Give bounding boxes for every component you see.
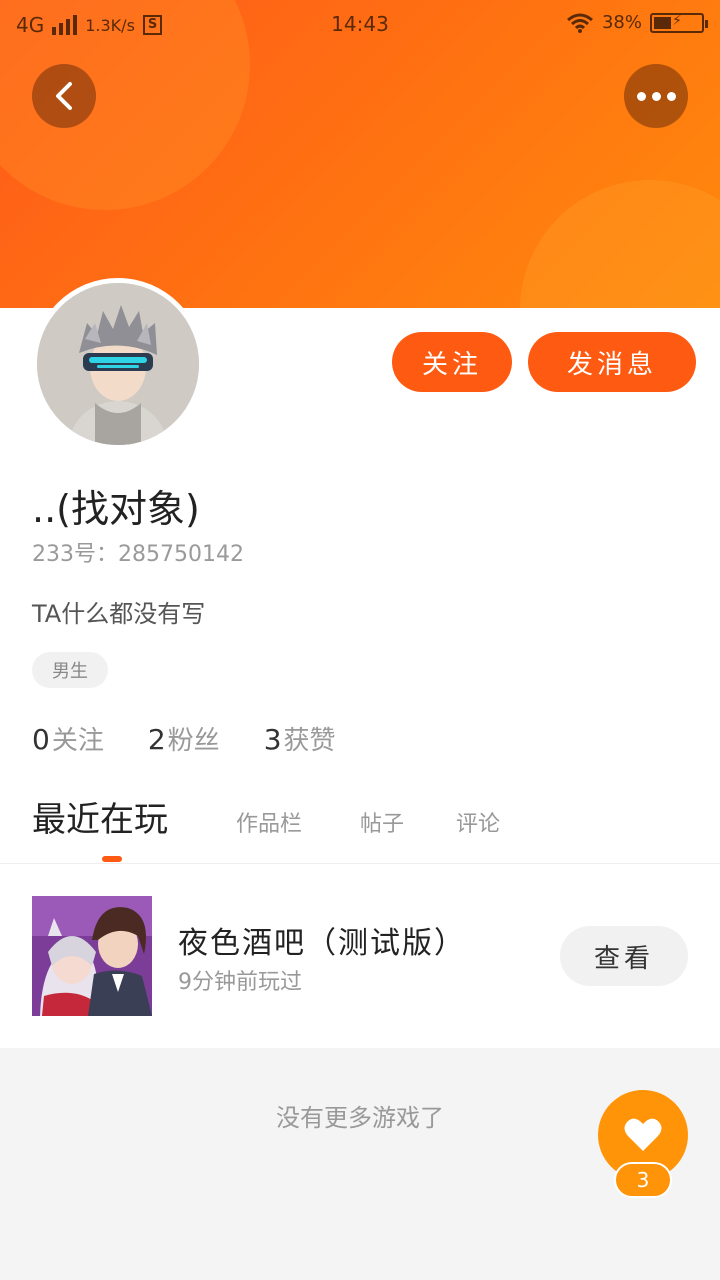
wifi-icon bbox=[567, 13, 593, 33]
battery-icon: ⚡ bbox=[650, 12, 708, 33]
stat-label: 粉丝 bbox=[167, 726, 220, 756]
stats-row: 0关注 2粉丝 3获赞 bbox=[32, 720, 336, 757]
last-played-time: 9分钟前玩过 bbox=[178, 970, 302, 995]
profile-tabs: 最近在玩 作品栏 帖子 评论 bbox=[0, 792, 720, 864]
active-tab-indicator bbox=[102, 856, 122, 862]
tab-recent-play[interactable]: 最近在玩 bbox=[32, 792, 168, 841]
heart-icon bbox=[624, 1118, 662, 1151]
status-bar: 4G 1.3K/s S 14:43 38% ⚡ bbox=[0, 0, 720, 48]
stat-label: 关注 bbox=[51, 726, 104, 756]
game-cover-image bbox=[32, 896, 152, 1016]
more-dots-icon bbox=[636, 91, 676, 101]
gender-tag: 男生 bbox=[32, 652, 108, 688]
tab-comments[interactable]: 评论 bbox=[456, 806, 500, 838]
chevron-left-icon bbox=[56, 82, 72, 110]
stat-following[interactable]: 0关注 bbox=[32, 720, 104, 757]
profile-header-banner: 4G 1.3K/s S 14:43 38% ⚡ bbox=[0, 0, 720, 308]
back-button[interactable] bbox=[32, 64, 96, 128]
send-message-button[interactable]: 发消息 bbox=[528, 332, 696, 392]
user-id: 233号：285750142 bbox=[32, 542, 244, 567]
header-decoration bbox=[520, 180, 720, 308]
nickname: ..(找对象) bbox=[32, 487, 200, 531]
more-button[interactable] bbox=[624, 64, 688, 128]
tab-works[interactable]: 作品栏 bbox=[236, 806, 302, 838]
avatar-image bbox=[37, 283, 199, 445]
follow-button[interactable]: 关注 bbox=[392, 332, 512, 392]
game-title: 夜色酒吧（测试版） bbox=[178, 926, 466, 961]
stat-label: 获赞 bbox=[283, 726, 336, 756]
list-item[interactable]: 夜色酒吧（测试版） 9分钟前玩过 查看 bbox=[0, 864, 720, 1048]
stat-number: 2 bbox=[147, 723, 166, 756]
stat-number: 3 bbox=[263, 723, 282, 756]
tab-posts[interactable]: 帖子 bbox=[360, 806, 404, 838]
bio: TA什么都没有写 bbox=[32, 600, 206, 628]
avatar[interactable] bbox=[32, 278, 204, 450]
stat-followers[interactable]: 2粉丝 bbox=[148, 720, 220, 757]
like-count-badge: 3 bbox=[614, 1162, 672, 1198]
view-button[interactable]: 查看 bbox=[560, 926, 688, 986]
stat-number: 0 bbox=[32, 723, 50, 756]
battery-percent: 38% bbox=[601, 12, 642, 33]
stat-likes[interactable]: 3获赞 bbox=[264, 720, 336, 757]
